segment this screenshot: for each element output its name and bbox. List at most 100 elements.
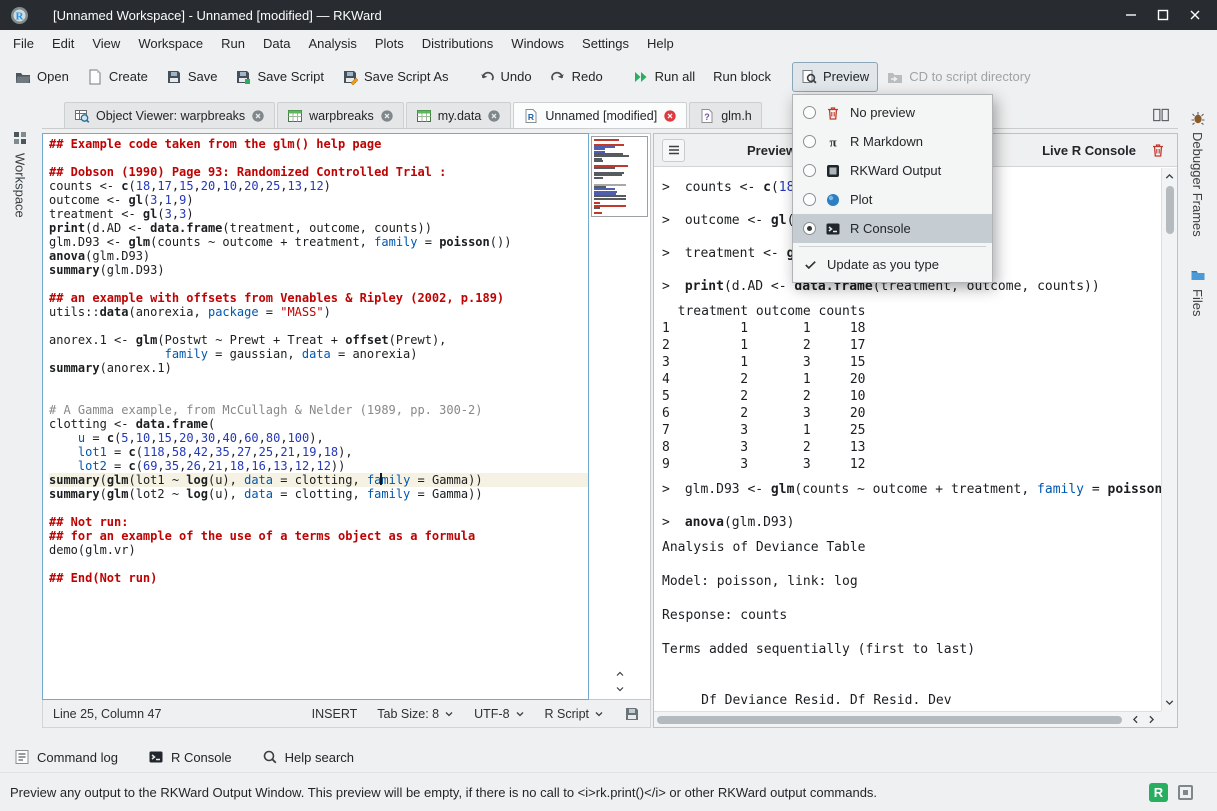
scroll-down-icon[interactable] xyxy=(613,683,627,695)
menu-edit[interactable]: Edit xyxy=(43,32,83,55)
code-line-23[interactable]: lot1 = c(118,58,42,35,27,25,21,19,18), xyxy=(49,445,588,459)
code-line-17[interactable]: summary(anorex.1) xyxy=(49,361,588,375)
code-line-19[interactable] xyxy=(49,389,588,403)
code-line-25[interactable]: summary(glm(lot1 ~ log(u), data = clotti… xyxy=(49,473,588,487)
horizontal-scroll-thumb[interactable] xyxy=(657,716,1122,724)
toolview-workspace[interactable]: Workspace xyxy=(13,153,28,218)
editor-code[interactable]: ## Example code taken from the glm() hel… xyxy=(42,133,589,700)
code-line-1[interactable]: ## Example code taken from the glm() hel… xyxy=(49,137,588,151)
code-line-11[interactable] xyxy=(49,277,588,291)
code-line-12[interactable]: ## an example with offsets from Venables… xyxy=(49,291,588,305)
tab-glm-h[interactable]: ?glm.h xyxy=(689,102,762,128)
code-line-20[interactable]: # A Gamma example, from McCullagh & Neld… xyxy=(49,403,588,417)
menu-help[interactable]: Help xyxy=(638,32,683,55)
scroll-up-icon[interactable] xyxy=(613,668,627,680)
code-line-14[interactable] xyxy=(49,319,588,333)
tab-unnamed-modified[interactable]: RUnnamed [modified] xyxy=(513,102,687,128)
split-view-icon[interactable] xyxy=(1152,106,1170,124)
tab-close-icon[interactable] xyxy=(487,109,501,123)
cursor-position-label[interactable]: Line 25, Column 47 xyxy=(53,707,161,721)
tab-my-data[interactable]: my.data xyxy=(406,102,512,128)
minimap[interactable] xyxy=(591,136,648,217)
code-line-26[interactable]: summary(glm(lot2 ~ log(u), data = clotti… xyxy=(49,487,588,501)
code-line-28[interactable]: ## Not run: xyxy=(49,515,588,529)
create-button[interactable]: Create xyxy=(78,62,157,92)
tab-warpbreaks[interactable]: warpbreaks xyxy=(277,102,404,128)
code-line-9[interactable]: anova(glm.D93) xyxy=(49,249,588,263)
menu-workspace[interactable]: Workspace xyxy=(129,32,212,55)
delete-preview-button[interactable] xyxy=(1146,139,1169,162)
code-line-18[interactable] xyxy=(49,375,588,389)
code-line-6[interactable]: treatment <- gl(3,3) xyxy=(49,207,588,221)
save-icon[interactable] xyxy=(624,706,640,722)
code-line-24[interactable]: lot2 = c(69,35,26,21,18,16,13,12,12)) xyxy=(49,459,588,473)
save-script-button[interactable]: Save Script xyxy=(226,62,332,92)
encoding-combo[interactable]: UTF-8 xyxy=(474,707,524,721)
code-line-16[interactable]: family = gaussian, data = anorexia) xyxy=(49,347,588,361)
scroll-down-icon[interactable] xyxy=(1163,696,1176,709)
preview-menu-item-no-preview[interactable]: No preview xyxy=(793,98,992,127)
code-line-5[interactable]: outcome <- gl(3,1,9) xyxy=(49,193,588,207)
code-line-10[interactable]: summary(glm.D93) xyxy=(49,263,588,277)
code-line-3[interactable]: ## Dobson (1990) Page 93: Randomized Con… xyxy=(49,165,588,179)
highlight-mode-combo[interactable]: R Script xyxy=(545,707,604,721)
preview-menu-button[interactable] xyxy=(662,139,685,162)
preview-menu-item-r-console[interactable]: R Console xyxy=(793,214,992,243)
toolview-files[interactable]: Files xyxy=(1190,267,1206,316)
input-mode-label[interactable]: INSERT xyxy=(312,707,358,721)
menu-data[interactable]: Data xyxy=(254,32,299,55)
menu-distributions[interactable]: Distributions xyxy=(413,32,503,55)
menu-file[interactable]: File xyxy=(4,32,43,55)
toolview-r-console[interactable]: R Console xyxy=(148,749,232,765)
console-vertical-scrollbar[interactable] xyxy=(1161,168,1177,711)
preview-menu-item-r-markdown[interactable]: πR Markdown xyxy=(793,127,992,156)
code-line-7[interactable]: print(d.AD <- data.frame(treatment, outc… xyxy=(49,221,588,235)
preview-menu-item-plot[interactable]: Plot xyxy=(793,185,992,214)
preview-button[interactable]: Preview xyxy=(792,62,878,92)
preview-menu-item-rkward-output[interactable]: RKWard Output xyxy=(793,156,992,185)
undo-button[interactable]: Undo xyxy=(470,62,541,92)
tab-size-combo[interactable]: Tab Size: 8 xyxy=(377,707,454,721)
redo-button[interactable]: Redo xyxy=(541,62,612,92)
tab-close-icon[interactable] xyxy=(251,109,265,123)
code-line-21[interactable]: clotting <- data.frame( xyxy=(49,417,588,431)
tab-close-icon[interactable] xyxy=(663,109,677,123)
code-line-15[interactable]: anorex.1 <- glm(Postwt ~ Prewt + Treat +… xyxy=(49,333,588,347)
scroll-right-icon[interactable] xyxy=(1145,713,1158,726)
toolview-help-search[interactable]: Help search xyxy=(262,749,354,765)
save-button[interactable]: Save xyxy=(157,62,227,92)
menu-windows[interactable]: Windows xyxy=(502,32,573,55)
code-line-30[interactable]: demo(glm.vr) xyxy=(49,543,588,557)
code-line-4[interactable]: counts <- c(18,17,15,20,10,20,25,13,12) xyxy=(49,179,588,193)
code-line-8[interactable]: glm.D93 <- glm(counts ~ outcome + treatm… xyxy=(49,235,588,249)
tab-object-viewer-warpbreaks[interactable]: Object Viewer: warpbreaks xyxy=(64,102,275,128)
run-all-button[interactable]: Run all xyxy=(624,62,704,92)
menu-plots[interactable]: Plots xyxy=(366,32,413,55)
console-horizontal-scrollbar[interactable] xyxy=(654,711,1161,727)
code-line-27[interactable] xyxy=(49,501,588,515)
close-button[interactable] xyxy=(1187,7,1203,23)
editor-scrollbar-strip[interactable] xyxy=(589,133,651,700)
code-line-29[interactable]: ## for an example of the use of a terms … xyxy=(49,529,588,543)
open-button[interactable]: Open xyxy=(6,62,78,92)
menu-analysis[interactable]: Analysis xyxy=(299,32,365,55)
minimize-button[interactable] xyxy=(1123,7,1139,23)
scroll-left-icon[interactable] xyxy=(1129,713,1142,726)
toolview-debugger-frames[interactable]: Debugger Frames xyxy=(1190,110,1206,237)
code-line-31[interactable] xyxy=(49,557,588,571)
code-line-13[interactable]: utils::data(anorexia, package = "MASS") xyxy=(49,305,588,319)
menu-run[interactable]: Run xyxy=(212,32,254,55)
code-line-22[interactable]: u = c(5,10,15,20,30,40,60,80,100), xyxy=(49,431,588,445)
menu-view[interactable]: View xyxy=(83,32,129,55)
tab-close-icon[interactable] xyxy=(380,109,394,123)
run-block-button[interactable]: Run block xyxy=(704,62,780,92)
scroll-up-icon[interactable] xyxy=(1163,170,1176,183)
save-script-as-button[interactable]: Save Script As xyxy=(333,62,458,92)
toolview-command-log[interactable]: Command log xyxy=(14,749,118,765)
code-line-32[interactable]: ## End(Not run) xyxy=(49,571,588,585)
code-line-2[interactable] xyxy=(49,151,588,165)
preview-menu-item-update-as-you-type[interactable]: Update as you type xyxy=(793,250,992,279)
vertical-scroll-thumb[interactable] xyxy=(1166,186,1174,234)
maximize-button[interactable] xyxy=(1155,7,1171,23)
menu-settings[interactable]: Settings xyxy=(573,32,638,55)
